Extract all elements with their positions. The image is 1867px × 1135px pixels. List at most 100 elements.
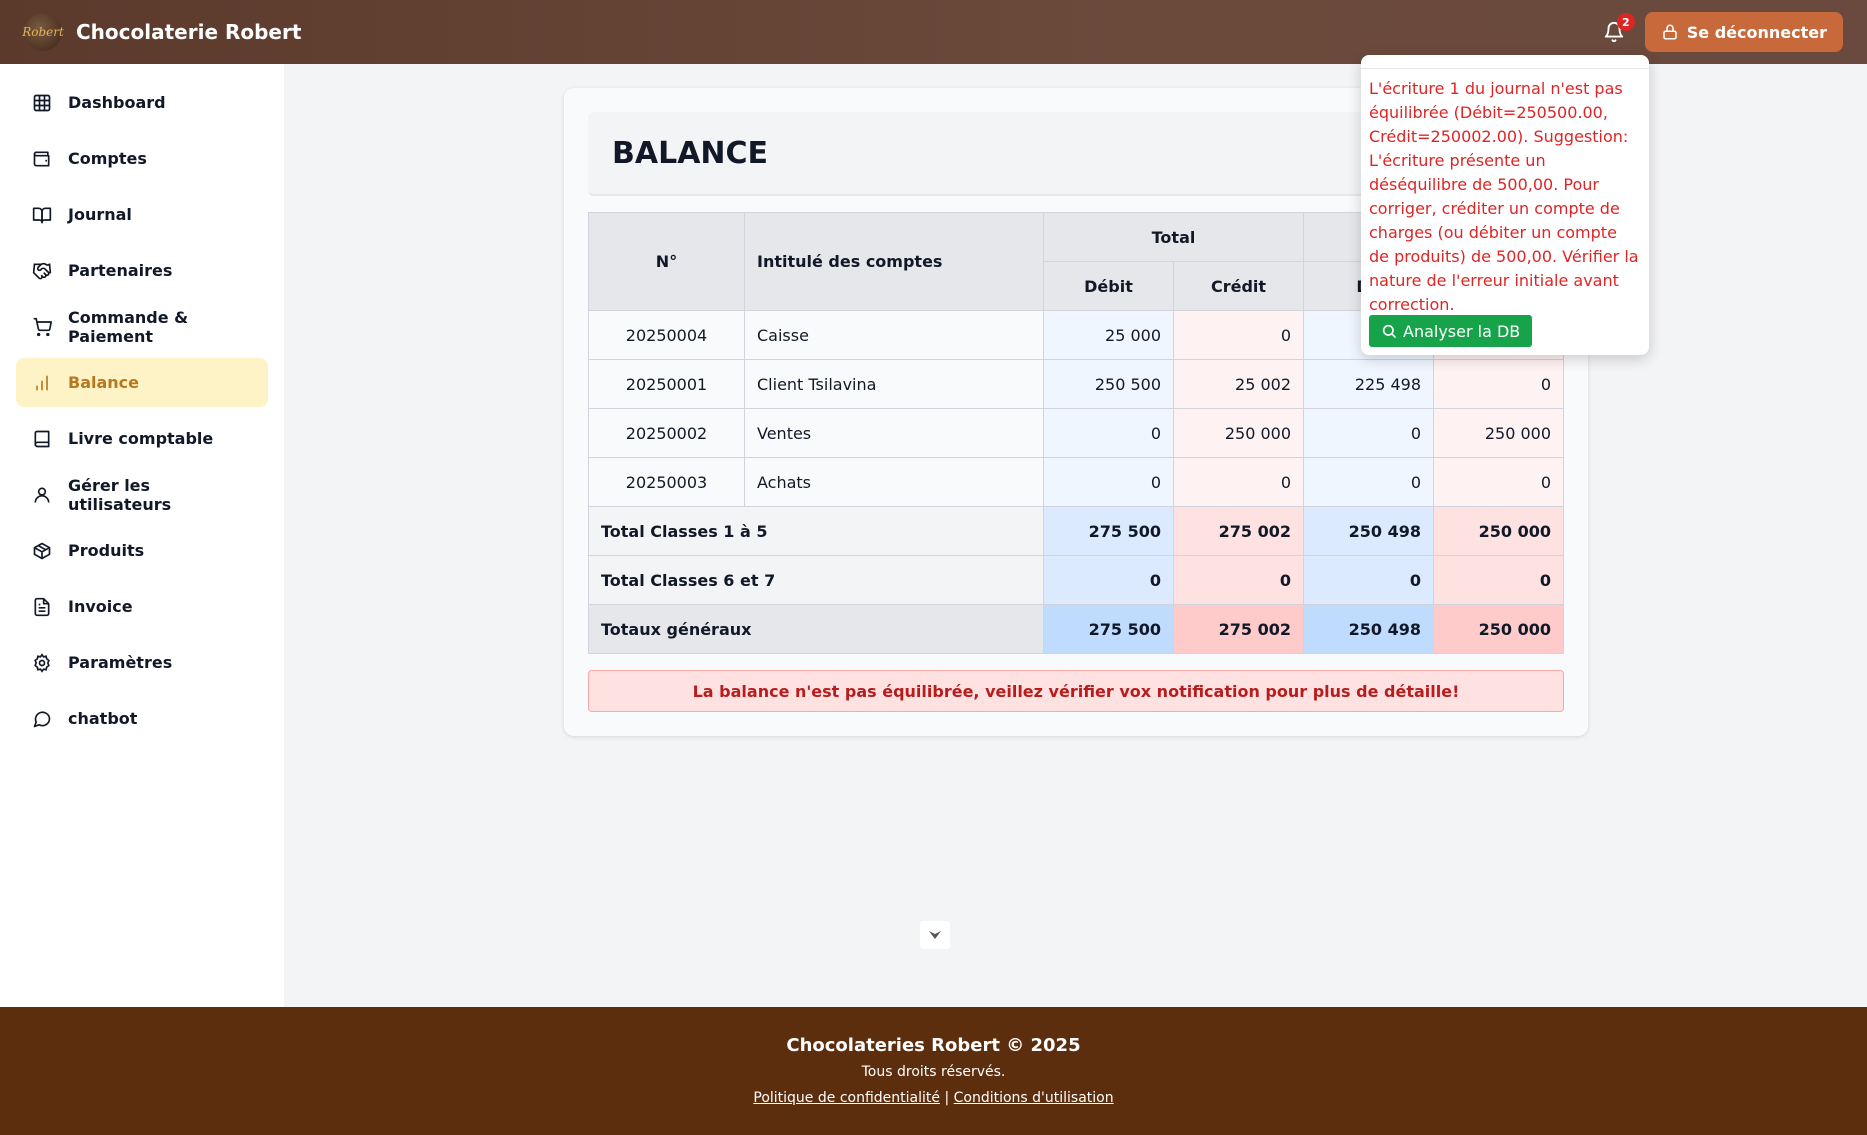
col-header-label: Intitulé des comptes [744,212,1044,311]
subtotal-row: Total Classes 1 à 5 275 500 275 002 250 … [588,506,1564,556]
table-row: 20250002 Ventes 0 250 000 0 250 000 [588,408,1564,458]
sidebar-item-parametres[interactable]: Paramètres [16,638,268,687]
sidebar-item-comptes[interactable]: Comptes [16,134,268,183]
sidebar-item-chatbot[interactable]: chatbot [16,694,268,743]
subtotal-credit-cell: 0 [1173,555,1304,605]
notification-message: L'écriture 1 du journal n'est pas équili… [1369,79,1639,314]
grand-total-solde-credit-cell: 250 000 [1433,604,1564,654]
account-label: Client Tsilavina [744,359,1044,409]
sidebar-item-label: Commande & Paiement [68,307,189,346]
sidebar-item-label: Paramètres [68,653,173,672]
solde-debit-cell: 0 [1303,457,1434,507]
account-label: Ventes [744,408,1044,458]
terms-link[interactable]: Conditions d'utilisation [954,1090,1114,1106]
account-number: 20250001 [588,359,745,409]
footer-title: Chocolateries Robert © 2025 [786,1035,1081,1056]
analyze-db-button[interactable]: Analyser la DB [1369,315,1533,347]
total-debit-cell: 0 [1043,408,1174,458]
total-debit-cell: 25 000 [1043,310,1174,360]
account-label: Caisse [744,310,1044,360]
subtotal-solde-debit-cell: 250 498 [1303,506,1434,556]
sidebar-item-label: Partenaires [68,261,173,280]
analyze-db-label: Analyser la DB [1403,321,1521,341]
sidebar-item-produits[interactable]: Produits [16,526,268,575]
subtotal-solde-credit-cell: 250 000 [1433,506,1564,556]
sidebar-item-label: Invoice [68,597,133,616]
sidebar-item-label: Dashboard [68,93,166,112]
footer-separator: | [944,1090,950,1106]
grid-icon [32,93,52,113]
wallet-icon [32,149,52,169]
subtotal-solde-debit-cell: 0 [1303,555,1434,605]
grand-total-solde-debit-cell: 250 498 [1303,604,1434,654]
table-row: 20250003 Achats 0 0 0 0 [588,457,1564,507]
footer: Chocolateries Robert © 2025 Tous droits … [0,1007,1867,1135]
bar-chart-icon [32,373,52,393]
search-icon [1382,324,1396,338]
grand-total-debit-cell: 275 500 [1043,604,1174,654]
solde-credit-cell: 250 000 [1433,408,1564,458]
sidebar-item-journal[interactable]: Journal [16,190,268,239]
subtotal-debit-cell: 275 500 [1043,506,1174,556]
unbalanced-alert: La balance n'est pas équilibrée, veillez… [588,670,1564,712]
sidebar-item-dashboard[interactable]: Dashboard [16,78,268,127]
total-credit-cell: 0 [1173,310,1304,360]
grand-total-row: Totaux généraux 275 500 275 002 250 498 … [588,604,1564,654]
lock-icon [1663,24,1677,40]
total-debit-cell: 250 500 [1043,359,1174,409]
gear-icon [32,652,52,673]
chevron-down-icon [929,931,941,939]
sidebar-item-invoice[interactable]: Invoice [16,582,268,631]
total-credit-cell: 0 [1173,457,1304,507]
col-header-no: N° [588,212,745,311]
privacy-policy-link[interactable]: Politique de confidentialité [753,1090,940,1106]
user-icon [32,485,52,505]
subtotal-solde-credit-cell: 0 [1433,555,1564,605]
footer-links: Politique de confidentialité | Condition… [0,1090,1867,1106]
chat-icon [32,709,52,729]
book-icon [32,429,52,449]
scroll-down-button[interactable] [920,921,950,949]
subtotal-label: Total Classes 1 à 5 [588,506,1044,556]
subtotal-debit-cell: 0 [1043,555,1174,605]
sidebar-item-label: chatbot [68,709,138,728]
sidebar-item-gerer-utilisateurs[interactable]: Gérer les utilisateurs [16,470,268,519]
popup-header-cut [1361,55,1649,69]
sidebar-item-label: Balance [68,373,139,392]
logout-button[interactable]: Se déconnecter [1644,12,1843,52]
account-number: 20250002 [588,408,745,458]
footer-rights: Tous droits réservés. [861,1064,1006,1080]
account-number: 20250004 [588,310,745,360]
sidebar-item-label: Produits [68,541,145,560]
grand-total-label: Totaux généraux [588,604,1044,654]
col-header-total: Total [1043,212,1304,262]
solde-debit-cell: 225 498 [1303,359,1434,409]
sidebar-item-balance[interactable]: Balance [16,358,268,407]
book-open-icon [32,205,52,225]
notification-popup: L'écriture 1 du journal n'est pas équili… [1361,55,1649,355]
cart-icon [32,317,52,337]
account-label: Achats [744,457,1044,507]
sidebar-item-partenaires[interactable]: Partenaires [16,246,268,295]
logo[interactable]: Robert [22,13,64,51]
notification-bell-button[interactable]: 2 [1599,13,1635,47]
header-actions: 2 Se déconnecter [1599,12,1843,52]
notification-count-badge: 2 [1616,13,1635,31]
total-credit-cell: 25 002 [1173,359,1304,409]
sidebar: Dashboard Comptes Journal Partenaires Co… [0,64,284,1007]
solde-credit-cell: 0 [1433,457,1564,507]
solde-credit-cell: 0 [1433,359,1564,409]
subtotal-row: Total Classes 6 et 7 0 0 0 0 [588,555,1564,605]
col-header-total-credit: Crédit [1173,261,1304,311]
handshake-icon [32,261,52,281]
account-number: 20250003 [588,457,745,507]
brand-title: Chocolaterie Robert [76,20,302,44]
sidebar-item-commande-paiement[interactable]: Commande & Paiement [16,302,268,351]
subtotal-label: Total Classes 6 et 7 [588,555,1044,605]
col-header-total-debit: Débit [1043,261,1174,311]
solde-debit-cell: 0 [1303,408,1434,458]
logout-label: Se déconnecter [1686,22,1827,42]
sidebar-item-livre-comptable[interactable]: Livre comptable [16,414,268,463]
sidebar-item-label: Gérer les utilisateurs [68,475,172,514]
sidebar-item-label: Livre comptable [68,429,214,448]
